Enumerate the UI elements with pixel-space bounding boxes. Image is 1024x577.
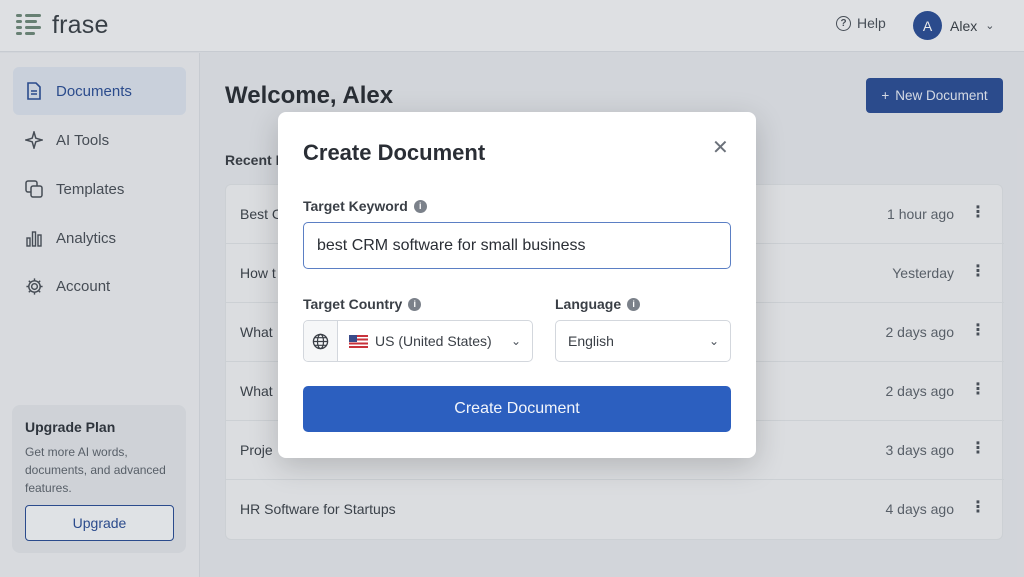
country-label: Target Country i [303,296,422,312]
us-flag-icon [349,334,368,348]
create-document-modal: Create Document ✕ Target Keyword i Targe… [278,112,756,458]
modal-title: Create Document [303,140,486,165]
language-select[interactable]: English ⌄ [555,320,731,362]
globe-icon [304,321,338,361]
country-value: US (United States) [375,333,492,349]
language-label: Language i [555,296,641,312]
info-icon[interactable]: i [408,297,422,311]
language-label-text: Language [555,296,622,312]
chevron-down-icon: ⌄ [510,334,521,348]
chevron-down-icon: ⌄ [708,334,719,348]
keyword-input[interactable] [303,222,731,269]
info-icon[interactable]: i [627,297,641,311]
keyword-label: Target Keyword i [303,198,427,214]
country-label-text: Target Country [303,296,403,312]
create-document-button[interactable]: Create Document [303,386,731,432]
info-icon[interactable]: i [413,199,427,213]
language-value: English [568,333,614,349]
country-select[interactable]: US (United States) ⌄ [303,320,533,362]
close-icon[interactable]: ✕ [712,138,729,158]
keyword-label-text: Target Keyword [303,198,408,214]
